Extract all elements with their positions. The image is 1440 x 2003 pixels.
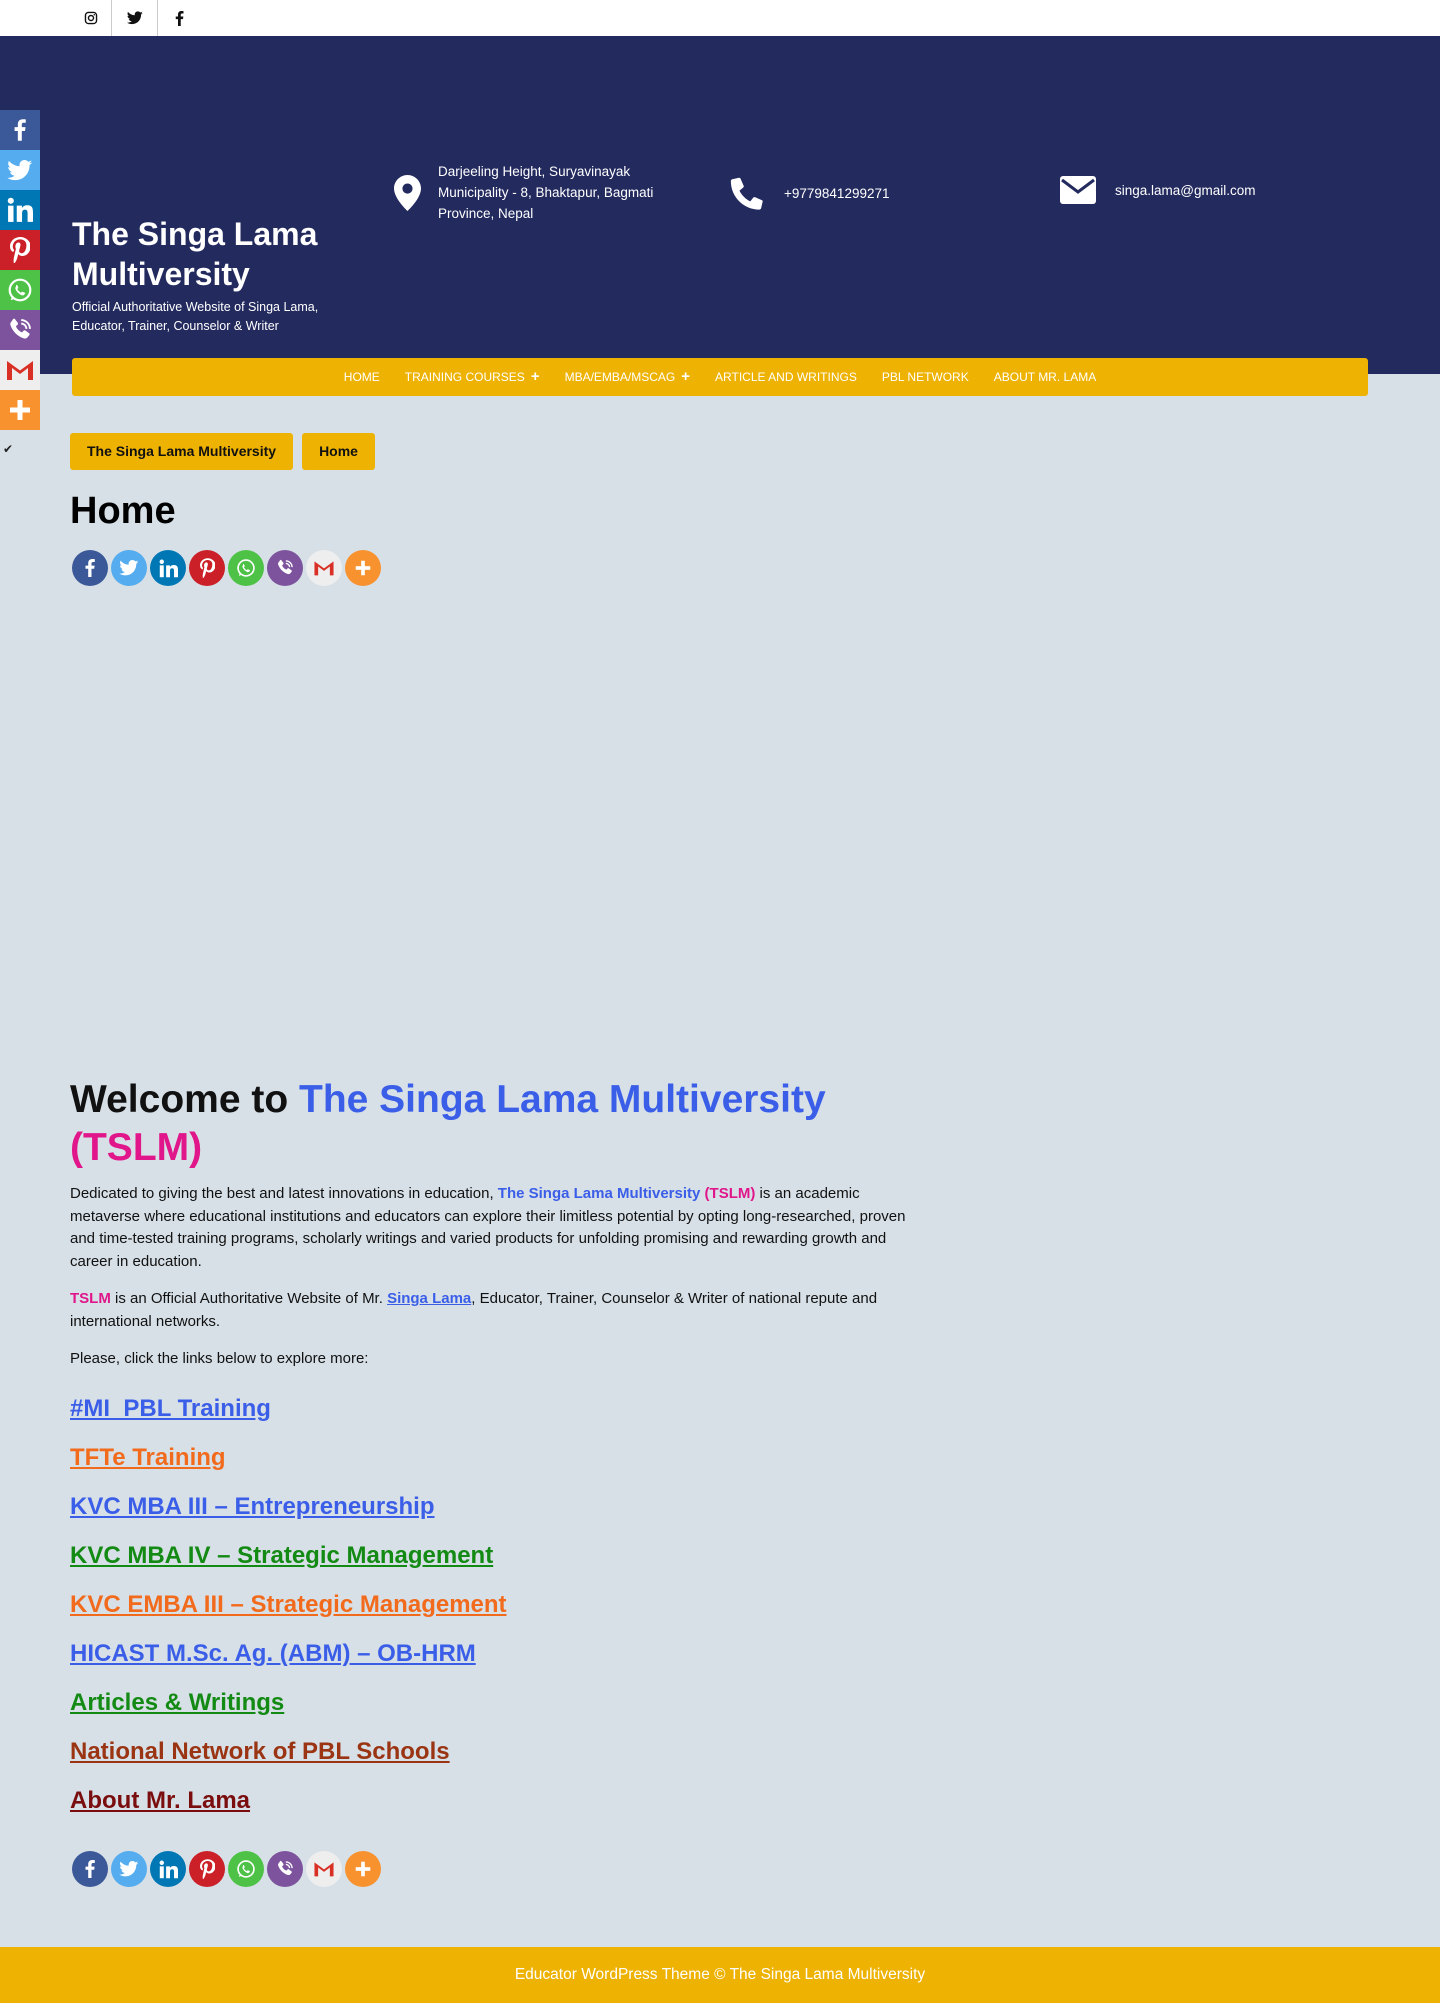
explore-paragraph: Please, click the links below to explore… <box>70 1350 369 1367</box>
more-icon[interactable] <box>345 550 381 586</box>
breadcrumb-item-site[interactable]: The Singa Lama Multiversity <box>70 433 294 470</box>
plus-icon[interactable]: + <box>531 369 540 384</box>
phone-block: +9779841299271 <box>727 176 890 210</box>
link-kvc-emba-iii[interactable]: KVC EMBA III – Strategic Management <box>70 1590 507 1639</box>
nav-item-pbl-network[interactable]: PBL NETWORK <box>882 370 969 384</box>
linkedin-icon[interactable] <box>150 1851 186 1887</box>
facebook-icon[interactable] <box>157 0 201 36</box>
page-title: Home <box>70 490 176 532</box>
link-kvc-mba-iv[interactable]: KVC MBA IV – Strategic Management <box>70 1541 507 1590</box>
email-text[interactable]: singa.lama@gmail.com <box>1115 180 1256 201</box>
floating-share-bar <box>0 110 40 430</box>
twitter-icon[interactable] <box>111 550 147 586</box>
twitter-icon[interactable] <box>0 150 40 190</box>
instagram-icon[interactable] <box>69 0 113 36</box>
plus-icon[interactable]: + <box>681 369 690 384</box>
link-kvc-mba-iii[interactable]: KVC MBA III – Entrepreneurship <box>70 1492 507 1541</box>
viber-icon[interactable] <box>267 550 303 586</box>
site-tagline: Official Authoritative Website of Singa … <box>72 300 319 333</box>
top-social-bar <box>0 0 1440 36</box>
address-text: Darjeeling Height, Suryavinayak Municipa… <box>438 164 654 221</box>
address-block: Darjeeling Height, Suryavinayak Municipa… <box>394 161 694 224</box>
breadcrumb: The Singa Lama Multiversity Home <box>70 433 375 470</box>
footer-credit[interactable]: Educator WordPress Theme © The Singa Lam… <box>515 1966 925 1983</box>
branding: The Singa Lama Multiversity Official Aut… <box>72 214 362 336</box>
site-title[interactable]: The Singa Lama Multiversity <box>72 214 362 294</box>
welcome-abbr: (TSLM) <box>70 1126 203 1169</box>
share-row-bottom <box>72 1851 381 1887</box>
gmail-icon[interactable] <box>0 350 40 390</box>
about-paragraph: TSLM is an Official Authoritative Websit… <box>70 1290 878 1330</box>
link-tfte-training[interactable]: TFTe Training <box>70 1443 507 1492</box>
phone-text[interactable]: +9779841299271 <box>784 183 890 204</box>
twitter-icon[interactable] <box>113 0 157 36</box>
welcome-site-name: The Singa Lama Multiversity <box>299 1078 826 1121</box>
whatsapp-icon[interactable] <box>228 550 264 586</box>
email-block: singa.lama@gmail.com <box>1058 176 1256 204</box>
site-footer: Educator WordPress Theme © The Singa Lam… <box>0 1947 1440 2003</box>
phone-icon <box>727 176 767 210</box>
divider <box>111 0 112 36</box>
hide-share-bar-icon[interactable]: ✔ <box>3 442 13 456</box>
nav-item-about[interactable]: ABOUT MR. LAMA <box>994 370 1096 384</box>
welcome-heading: Welcome to The Singa Lama Multiversity (T… <box>70 1078 826 1169</box>
map-pin-icon <box>394 174 421 211</box>
more-icon[interactable] <box>345 1851 381 1887</box>
facebook-icon[interactable] <box>0 110 40 150</box>
more-icon[interactable] <box>0 390 40 430</box>
nav-item-home[interactable]: HOME <box>344 370 380 384</box>
pinterest-icon[interactable] <box>189 1851 225 1887</box>
singa-lama-link[interactable]: Singa Lama <box>387 1290 471 1307</box>
facebook-icon[interactable] <box>72 1851 108 1887</box>
pinterest-icon[interactable] <box>189 550 225 586</box>
link-about-mr-lama[interactable]: About Mr. Lama <box>70 1786 507 1835</box>
breadcrumb-item-home[interactable]: Home <box>302 433 375 470</box>
pinterest-icon[interactable] <box>0 230 40 270</box>
intro-paragraph: Dedicated to giving the best and latest … <box>70 1185 906 1270</box>
viber-icon[interactable] <box>267 1851 303 1887</box>
explore-links: #MI_PBL Training TFTe Training KVC MBA I… <box>70 1394 507 1835</box>
link-mi-pbl-training[interactable]: #MI_PBL Training <box>70 1394 507 1443</box>
facebook-icon[interactable] <box>72 550 108 586</box>
nav-item-mba[interactable]: MBA/EMBA/MSCAG + <box>565 369 690 384</box>
whatsapp-icon[interactable] <box>228 1851 264 1887</box>
nav-item-training-courses[interactable]: TRAINING COURSES + <box>405 369 540 384</box>
whatsapp-icon[interactable] <box>0 270 40 310</box>
linkedin-icon[interactable] <box>0 190 40 230</box>
link-hicast[interactable]: HICAST M.Sc. Ag. (ABM) – OB-HRM <box>70 1639 507 1688</box>
gmail-icon[interactable] <box>306 550 342 586</box>
gmail-icon[interactable] <box>306 1851 342 1887</box>
linkedin-icon[interactable] <box>150 550 186 586</box>
envelope-icon <box>1058 176 1098 204</box>
viber-icon[interactable] <box>0 310 40 350</box>
site-header: The Singa Lama Multiversity Official Aut… <box>0 36 1440 374</box>
twitter-icon[interactable] <box>111 1851 147 1887</box>
link-pbl-schools[interactable]: National Network of PBL Schools <box>70 1737 507 1786</box>
share-row-top <box>72 550 381 586</box>
link-articles-writings[interactable]: Articles & Writings <box>70 1688 507 1737</box>
nav-item-articles[interactable]: ARTICLE AND WRITINGS <box>715 370 857 384</box>
main-nav: HOME TRAINING COURSES + MBA/EMBA/MSCAG + A… <box>72 358 1368 396</box>
